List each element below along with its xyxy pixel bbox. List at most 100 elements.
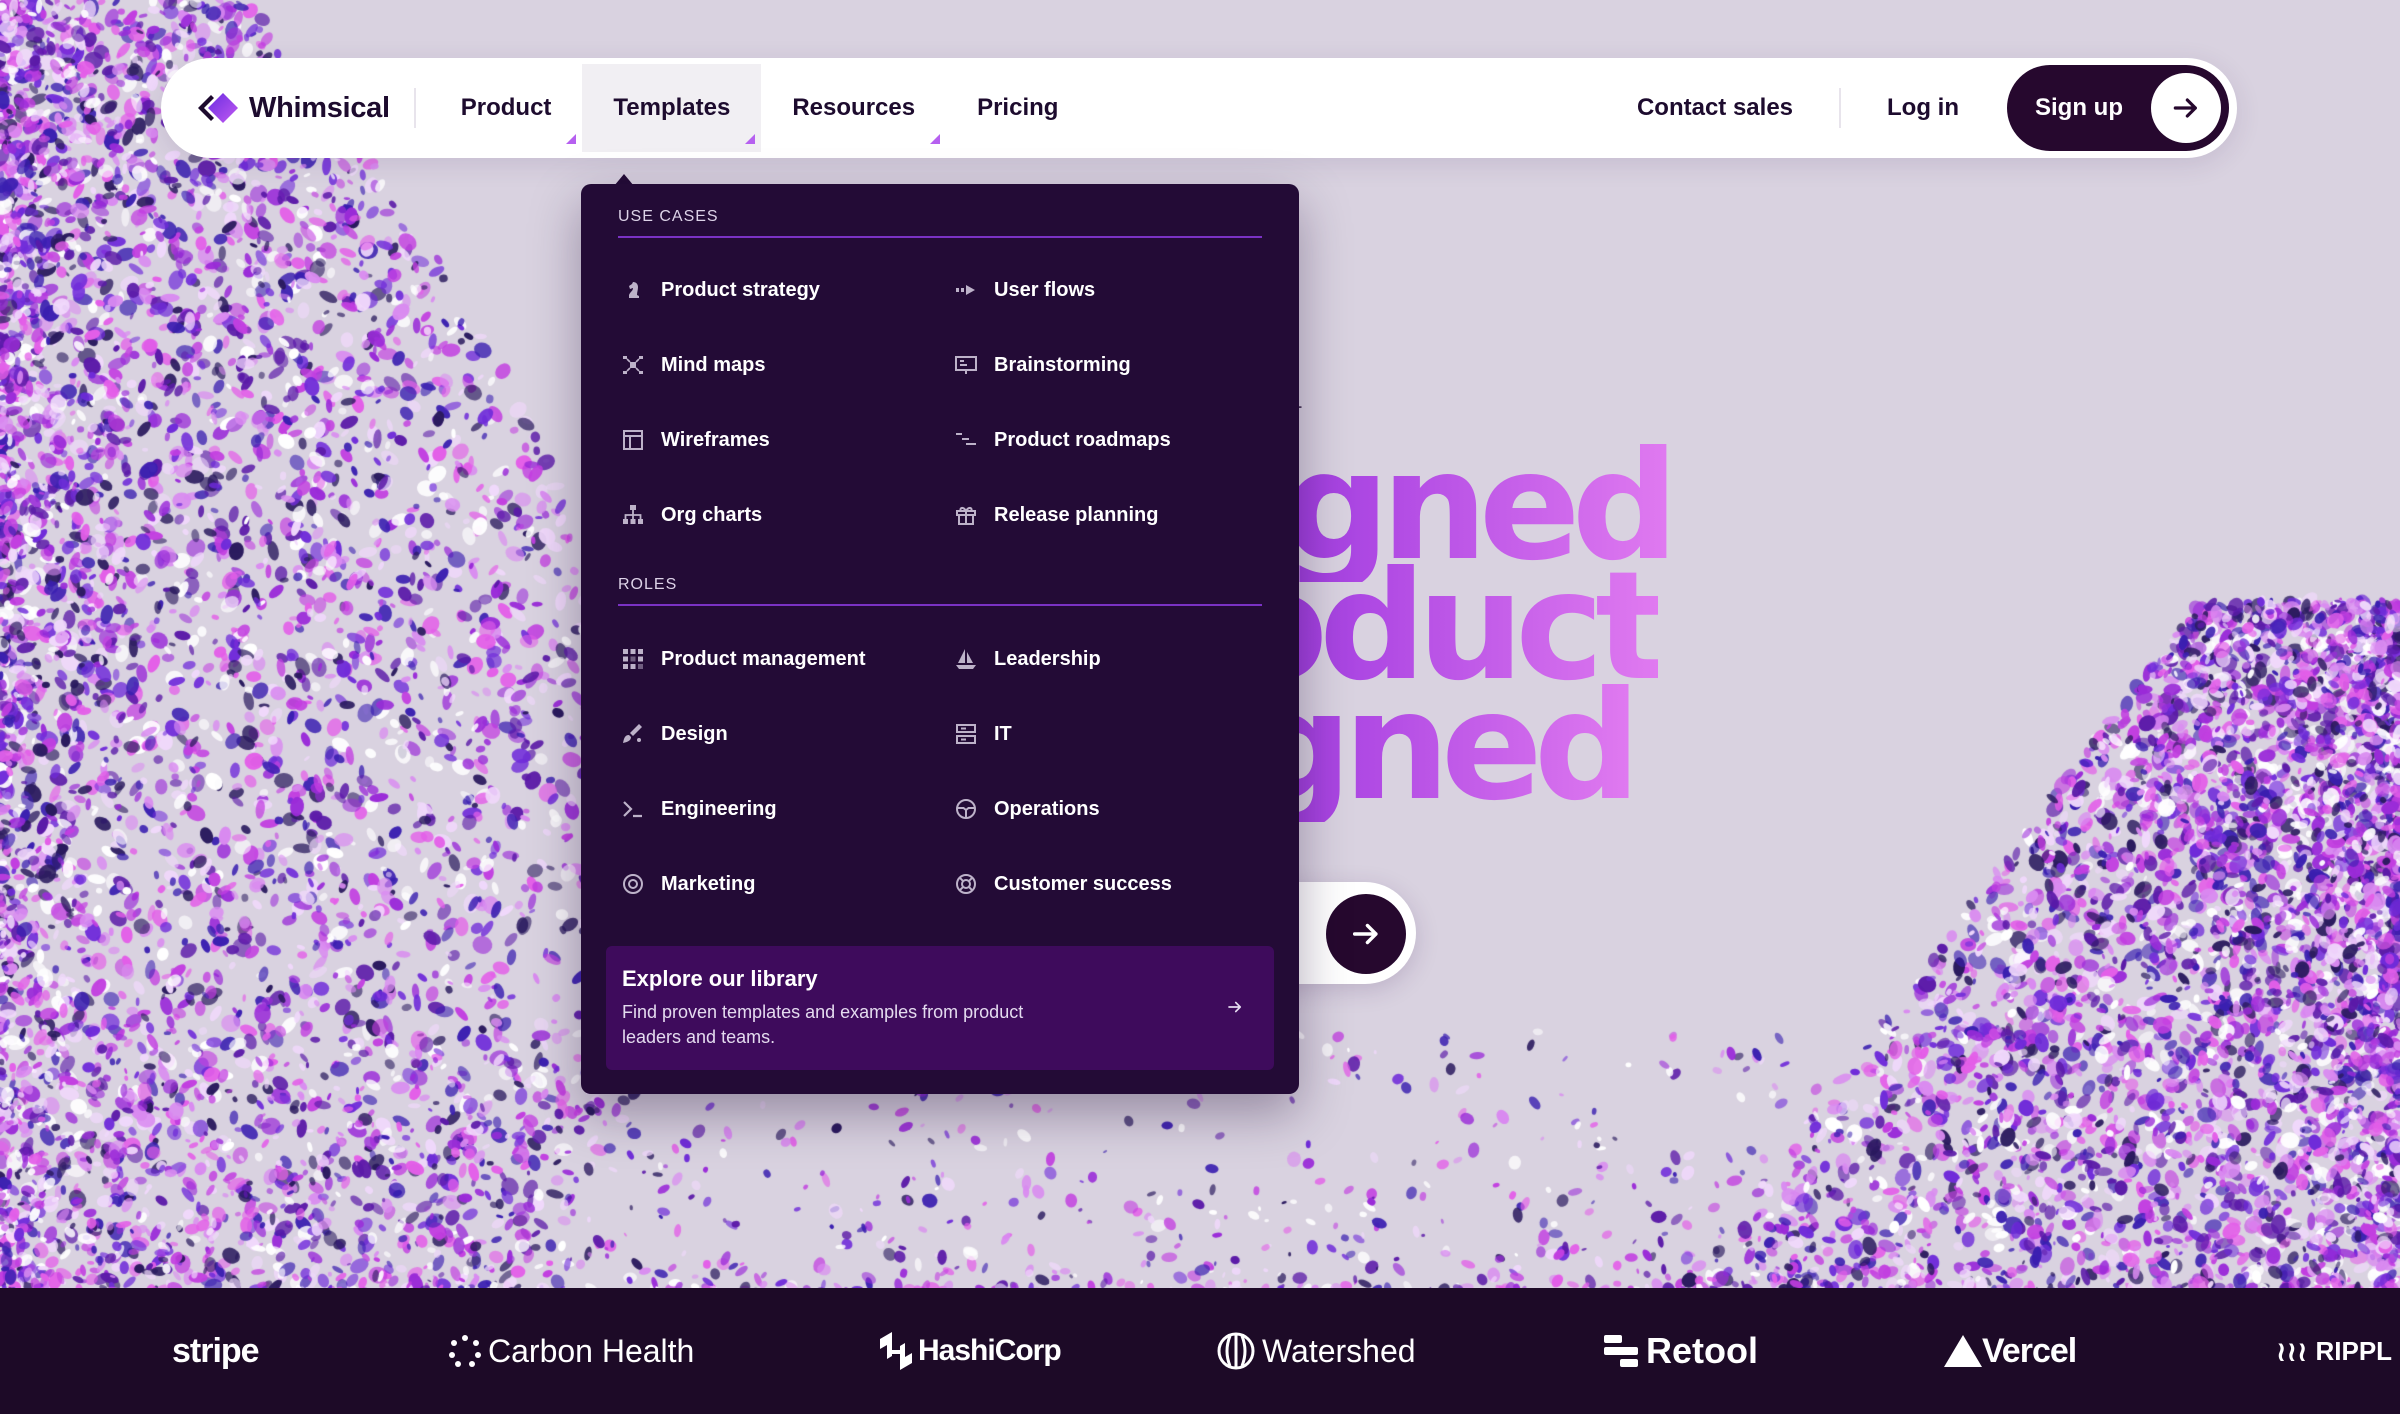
- watershed-logo: Watershed: [1216, 1288, 1416, 1414]
- menu-item-label: Brainstorming: [994, 353, 1131, 376]
- templates-dropdown: USE CASES Product strategy User flows Mi…: [581, 184, 1299, 1094]
- terminal-icon: [619, 795, 647, 823]
- menu-item-brainstorming[interactable]: Brainstorming: [952, 345, 1131, 385]
- caret-icon: [745, 134, 756, 144]
- whiteboard-icon: [952, 351, 980, 379]
- carbon-health-logo: Carbon Health: [448, 1288, 694, 1414]
- menu-item-label: Release planning: [994, 503, 1159, 526]
- menu-item-label: User flows: [994, 278, 1096, 301]
- ripple-mark: ≀≀≀: [2276, 1335, 2308, 1367]
- flow-arrow-icon: [952, 276, 980, 304]
- menu-item-label: Operations: [994, 797, 1100, 820]
- nav-product-label: Product: [460, 94, 552, 121]
- top-navigation: Whimsical Product Templates Resources Pr…: [161, 58, 2237, 158]
- menu-item-user-flows[interactable]: User flows: [952, 270, 1095, 310]
- nav-product[interactable]: Product: [430, 58, 583, 158]
- arrow-right-icon: [2173, 98, 2197, 118]
- carbon-health-logo-text: Carbon Health: [488, 1332, 695, 1369]
- wireframe-icon: [619, 426, 647, 454]
- nav-pricing-label: Pricing: [977, 94, 1059, 121]
- menu-item-label: Org charts: [661, 503, 763, 526]
- hashicorp-logo: HashiCorp: [878, 1288, 1062, 1414]
- menu-item-label: Customer success: [994, 872, 1172, 895]
- menu-item-design[interactable]: Design: [619, 714, 728, 754]
- menu-item-it[interactable]: IT: [952, 714, 1012, 754]
- retool-logo-text: Retool: [1646, 1330, 1758, 1371]
- menu-item-label: Product management: [661, 647, 866, 670]
- menu-item-label: Marketing: [661, 872, 756, 895]
- nav-resources-label: Resources: [792, 94, 916, 121]
- nav-pricing[interactable]: Pricing: [946, 58, 1089, 158]
- retool-logo: Retool: [1604, 1288, 1758, 1414]
- vercel-logo: Vercel: [1944, 1288, 2077, 1414]
- signup-button[interactable]: Sign up: [2007, 65, 2229, 151]
- nav-divider: [413, 88, 416, 128]
- roles-title: ROLES: [618, 576, 678, 593]
- roadmap-icon: [952, 426, 980, 454]
- contact-sales-link[interactable]: Contact sales: [1591, 94, 1839, 122]
- menu-item-label: Product strategy: [661, 278, 820, 301]
- section-divider: [618, 604, 1262, 606]
- watershed-logo-text: Watershed: [1262, 1332, 1416, 1369]
- menu-item-leadership[interactable]: Leadership: [952, 639, 1101, 679]
- carbon-health-mark: [449, 1335, 481, 1367]
- stripe-logo-text: stripe: [172, 1331, 260, 1370]
- signup-arrow: [2151, 73, 2221, 143]
- sailboat-icon: [952, 645, 980, 673]
- menu-item-label: Wireframes: [661, 428, 770, 451]
- paint-brush-icon: [619, 720, 647, 748]
- menu-item-label: Engineering: [661, 797, 777, 820]
- menu-item-product-management[interactable]: Product management: [619, 639, 865, 679]
- menu-item-engineering[interactable]: Engineering: [619, 789, 777, 829]
- chess-knight-icon: [619, 276, 647, 304]
- menu-item-label: Mind maps: [661, 353, 766, 376]
- org-chart-icon: [619, 501, 647, 529]
- nav-resources[interactable]: Resources: [761, 58, 946, 158]
- explore-title: Explore our library: [622, 966, 818, 991]
- menu-item-wireframes[interactable]: Wireframes: [619, 420, 770, 460]
- arrow-right-icon: [1352, 923, 1378, 945]
- hashicorp-logo-text: HashiCorp: [918, 1334, 1062, 1367]
- arrow-right-icon: [1228, 1001, 1242, 1013]
- menu-item-product-strategy[interactable]: Product strategy: [619, 270, 820, 310]
- watershed-mark: [1217, 1332, 1255, 1370]
- menu-item-product-roadmaps[interactable]: Product roadmaps: [952, 420, 1171, 460]
- explore-description: Find proven templates and examples from …: [622, 1002, 1024, 1047]
- stripe-logo: stripe: [172, 1288, 260, 1414]
- menu-item-marketing[interactable]: Marketing: [619, 864, 755, 904]
- brand-name: Whimsical: [249, 91, 390, 124]
- hashicorp-mark: [880, 1332, 912, 1370]
- menu-item-org-charts[interactable]: Org charts: [619, 495, 762, 535]
- whimsical-logo[interactable]: Whimsical: [195, 58, 390, 158]
- login-link[interactable]: Log in: [1841, 94, 2005, 122]
- server-icon: [952, 720, 980, 748]
- vercel-logo-text: Vercel: [1982, 1331, 2077, 1370]
- menu-item-mind-maps[interactable]: Mind maps: [619, 345, 765, 385]
- mind-map-icon: [619, 351, 647, 379]
- menu-item-label: Product roadmaps: [994, 428, 1171, 451]
- explore-library-card[interactable]: Explore our library Find proven template…: [606, 946, 1274, 1070]
- menu-item-customer-success[interactable]: Customer success: [952, 864, 1172, 904]
- ripple-logo: ≀≀≀ RIPPL: [2276, 1288, 2392, 1414]
- lifebuoy-icon: [952, 870, 980, 898]
- grid-dots-icon: [619, 645, 647, 673]
- target-icon: [619, 870, 647, 898]
- steering-wheel-icon: [952, 795, 980, 823]
- retool-mark: [1604, 1335, 1638, 1367]
- menu-item-label: Design: [661, 722, 728, 745]
- gift-icon: [952, 501, 980, 529]
- caret-icon: [930, 134, 941, 144]
- nav-templates[interactable]: Templates: [582, 64, 762, 152]
- caret-icon: [566, 134, 577, 144]
- menu-item-label: IT: [994, 722, 1012, 745]
- section-divider: [618, 236, 1262, 238]
- customer-logo-strip: stripe Carbon Health HashiCorp Watershed…: [0, 1288, 2400, 1414]
- menu-item-release-planning[interactable]: Release planning: [952, 495, 1159, 535]
- vercel-mark: [1944, 1335, 1982, 1367]
- menu-item-operations[interactable]: Operations: [952, 789, 1100, 829]
- nav-templates-label: Templates: [613, 94, 731, 121]
- hero-cta-button[interactable]: [1326, 894, 1406, 974]
- ripple-logo-text: RIPPL: [2315, 1335, 2393, 1366]
- signup-label: Sign up: [2035, 94, 2123, 121]
- menu-item-label: Leadership: [994, 647, 1101, 670]
